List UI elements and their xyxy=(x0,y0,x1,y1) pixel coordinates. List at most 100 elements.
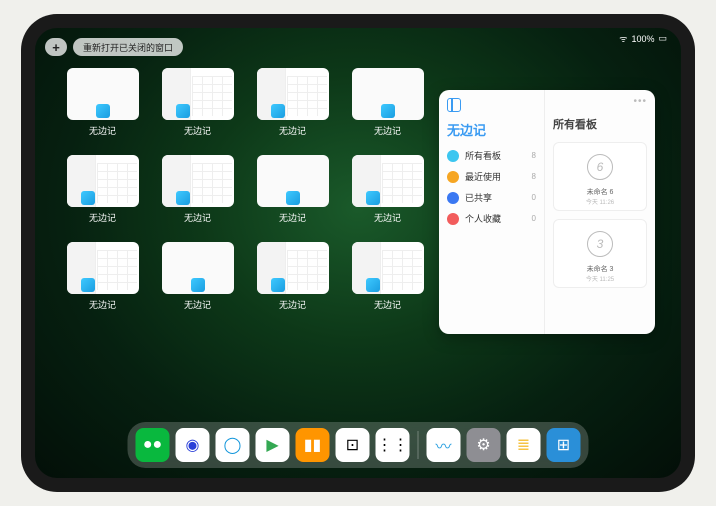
board-card[interactable]: 6未命名 6今天 11:26 xyxy=(553,142,647,211)
window-thumbnail xyxy=(67,68,139,120)
category-count: 0 xyxy=(532,214,536,223)
sidebar-category[interactable]: 所有看板 8 xyxy=(447,149,536,162)
wifi-icon: ᯤ xyxy=(619,32,627,45)
sidebar-toggle-icon[interactable] xyxy=(447,98,461,112)
freeform-app-icon xyxy=(271,104,285,118)
freeform-app-icon xyxy=(366,191,380,205)
board-card[interactable]: 3未命名 3今天 11:25 xyxy=(553,219,647,288)
window-label: 无边记 xyxy=(279,124,306,137)
dock-app-settings[interactable]: ⚙ xyxy=(467,428,501,462)
sidebar-category[interactable]: 已共享 0 xyxy=(447,191,536,204)
category-label: 最近使用 xyxy=(465,170,526,183)
window-thumbnail xyxy=(257,155,329,207)
window-tile[interactable]: 无边记 xyxy=(160,68,235,137)
dock-app-ucbrowser[interactable]: ◉ xyxy=(176,428,210,462)
window-tile[interactable]: 无边记 xyxy=(65,68,140,137)
window-thumbnail xyxy=(67,155,139,207)
window-thumbnail xyxy=(162,242,234,294)
window-tile[interactable]: 无边记 xyxy=(160,242,235,311)
freeform-app-icon xyxy=(96,104,110,118)
panel-title: 无边记 xyxy=(447,120,536,139)
dock-app-books[interactable]: ▮▮ xyxy=(296,428,330,462)
window-label: 无边记 xyxy=(279,298,306,311)
window-thumbnail xyxy=(257,68,329,120)
category-count: 0 xyxy=(532,193,536,202)
category-count: 8 xyxy=(532,151,536,160)
window-label: 无边记 xyxy=(89,211,116,224)
screen: ᯤ 100% ▭ + 重新打开已关闭的窗口 无边记无边记无边记无边记无边记无边记… xyxy=(35,28,681,478)
board-label: 未命名 6 xyxy=(558,187,642,197)
category-count: 8 xyxy=(532,172,536,181)
freeform-panel: 无边记 所有看板 8 最近使用 8 已共享 0 个人收藏 0 ••• 所有看板 6未命名 6今… xyxy=(439,90,655,334)
category-icon xyxy=(447,192,459,204)
window-label: 无边记 xyxy=(374,124,401,137)
panel-right-title: 所有看板 xyxy=(553,116,647,132)
window-label: 无边记 xyxy=(184,211,211,224)
category-label: 已共享 xyxy=(465,191,526,204)
freeform-app-icon xyxy=(191,278,205,292)
more-menu-icon[interactable]: ••• xyxy=(633,96,647,107)
freeform-app-icon xyxy=(366,278,380,292)
dock-separator xyxy=(418,431,419,459)
freeform-app-icon xyxy=(286,191,300,205)
freeform-app-icon xyxy=(81,191,95,205)
freeform-app-icon xyxy=(81,278,95,292)
window-label: 无边记 xyxy=(184,298,211,311)
board-timestamp: 今天 11:25 xyxy=(558,274,642,283)
freeform-app-icon xyxy=(271,278,285,292)
sidebar-category[interactable]: 个人收藏 0 xyxy=(447,212,536,225)
window-thumbnail xyxy=(352,155,424,207)
window-tile[interactable]: 无边记 xyxy=(65,242,140,311)
ipad-device: ᯤ 100% ▭ + 重新打开已关闭的窗口 无边记无边记无边记无边记无边记无边记… xyxy=(21,14,695,492)
panel-content: ••• 所有看板 6未命名 6今天 11:26 3未命名 3今天 11:25 xyxy=(545,90,655,334)
window-label: 无边记 xyxy=(184,124,211,137)
category-icon xyxy=(447,213,459,225)
dock-app-pods[interactable]: ⋮⋮ xyxy=(376,428,410,462)
dock: ●●◉◯▶▮▮⊡⋮⋮ 〰⚙≣⊞ xyxy=(128,422,589,468)
dock-app-dice[interactable]: ⊡ xyxy=(336,428,370,462)
panel-sidebar: 无边记 所有看板 8 最近使用 8 已共享 0 个人收藏 0 xyxy=(439,90,545,334)
window-label: 无边记 xyxy=(374,298,401,311)
window-thumbnail xyxy=(257,242,329,294)
window-tile[interactable]: 无边记 xyxy=(350,155,425,224)
category-icon xyxy=(447,150,459,162)
board-timestamp: 今天 11:26 xyxy=(558,197,642,206)
window-thumbnail xyxy=(67,242,139,294)
window-tile[interactable]: 无边记 xyxy=(160,155,235,224)
window-tile[interactable]: 无边记 xyxy=(255,242,330,311)
window-tile[interactable]: 无边记 xyxy=(350,68,425,137)
board-label: 未命名 3 xyxy=(558,264,642,274)
window-tile[interactable]: 无边记 xyxy=(65,155,140,224)
dock-app-notes[interactable]: ≣ xyxy=(507,428,541,462)
category-icon xyxy=(447,171,459,183)
window-tile[interactable]: 无边记 xyxy=(350,242,425,311)
freeform-app-icon xyxy=(176,191,190,205)
window-label: 无边记 xyxy=(279,211,306,224)
freeform-app-icon xyxy=(381,104,395,118)
window-thumbnail xyxy=(162,68,234,120)
dock-app-freeform[interactable]: 〰 xyxy=(427,428,461,462)
window-label: 无边记 xyxy=(89,298,116,311)
window-label: 无边记 xyxy=(89,124,116,137)
category-label: 个人收藏 xyxy=(465,212,526,225)
sidebar-category[interactable]: 最近使用 8 xyxy=(447,170,536,183)
status-bar: ᯤ 100% ▭ xyxy=(619,32,667,45)
window-thumbnail xyxy=(352,242,424,294)
window-expose-grid: 无边记无边记无边记无边记无边记无边记无边记无边记无边记无边记无边记无边记 xyxy=(65,68,425,311)
dock-app-apps[interactable]: ⊞ xyxy=(547,428,581,462)
dock-app-play[interactable]: ▶ xyxy=(256,428,290,462)
board-thumbnail: 3 xyxy=(558,224,642,264)
reopen-closed-window-button[interactable]: 重新打开已关闭的窗口 xyxy=(73,38,183,56)
window-tile[interactable]: 无边记 xyxy=(255,68,330,137)
battery-text: 100% xyxy=(631,34,654,44)
dock-app-qqbrowser[interactable]: ◯ xyxy=(216,428,250,462)
window-thumbnail xyxy=(162,155,234,207)
window-thumbnail xyxy=(352,68,424,120)
window-label: 无边记 xyxy=(374,211,401,224)
dock-app-wechat[interactable]: ●● xyxy=(136,428,170,462)
window-tile[interactable]: 无边记 xyxy=(255,155,330,224)
category-label: 所有看板 xyxy=(465,149,526,162)
freeform-app-icon xyxy=(176,104,190,118)
new-window-button[interactable]: + xyxy=(45,38,67,56)
battery-icon: ▭ xyxy=(658,33,667,44)
